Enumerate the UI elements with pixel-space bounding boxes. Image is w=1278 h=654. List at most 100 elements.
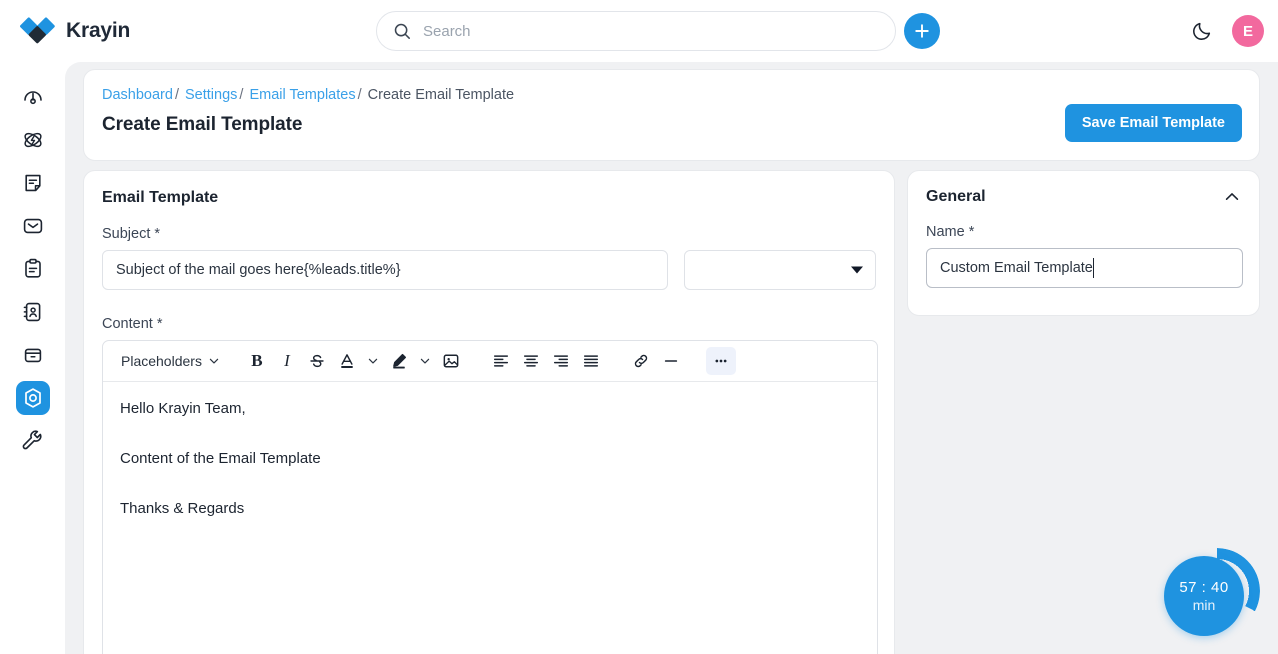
subject-label-text: Subject — [102, 226, 151, 242]
placeholders-label: Placeholders — [121, 353, 202, 369]
align-center-icon — [523, 355, 538, 367]
more-options-button[interactable] — [705, 347, 736, 375]
moon-icon — [1193, 22, 1211, 40]
brand-logo-link[interactable]: Krayin — [20, 14, 130, 47]
atom-icon — [23, 132, 42, 148]
search-bar[interactable] — [376, 11, 896, 51]
subject-label: Subject * — [102, 226, 876, 242]
wrench-icon — [22, 430, 42, 450]
sidebar-item-configuration[interactable] — [16, 424, 50, 458]
search-icon — [394, 23, 410, 39]
sidebar-item-leads[interactable] — [16, 123, 50, 157]
krayin-diamond-logo-icon — [20, 17, 55, 44]
avatar-initial: E — [1242, 22, 1253, 40]
strikethrough-button[interactable] — [302, 347, 332, 375]
timer-time: 57 : 40 — [1179, 579, 1229, 596]
chevron-down-icon — [420, 358, 430, 364]
sidebar-item-dashboard[interactable] — [16, 80, 50, 114]
align-left-icon — [493, 355, 508, 367]
highlight-button[interactable] — [384, 347, 414, 375]
name-required-mark: * — [968, 224, 975, 240]
add-button[interactable] — [904, 13, 940, 49]
general-panel-title: General — [926, 188, 986, 205]
general-panel-header[interactable]: General — [926, 188, 1241, 206]
editor-paragraph: Content of the Email Template — [120, 449, 321, 467]
settings-hexagon-icon — [24, 388, 41, 408]
italic-button[interactable]: I — [272, 347, 302, 375]
session-timer-widget[interactable]: 57 : 40 min — [1164, 548, 1260, 644]
theme-toggle-button[interactable] — [1190, 19, 1214, 43]
subject-row — [102, 250, 876, 290]
address-book-icon — [23, 302, 40, 322]
sidebar — [0, 62, 65, 654]
align-justify-button[interactable] — [576, 347, 606, 375]
chevron-down-icon — [368, 358, 378, 364]
align-right-icon — [553, 355, 568, 367]
insert-image-icon — [443, 354, 459, 368]
email-template-card-title: Email Template — [102, 189, 219, 206]
sidebar-item-contacts[interactable] — [16, 295, 50, 329]
breadcrumb: Dashboard / Settings / Email Templates / Cr… — [102, 86, 1239, 104]
search-input[interactable] — [421, 21, 879, 41]
link-icon — [634, 354, 648, 368]
subject-input[interactable] — [102, 250, 669, 290]
subject-placeholder-select[interactable] — [684, 250, 876, 290]
page-header-card: Dashboard / Settings / Email Templates / Cr… — [83, 69, 1260, 161]
chevron-down-icon — [209, 358, 219, 364]
breadcrumb-item-dashboard[interactable]: Dashboard — [102, 87, 173, 103]
email-template-card: Email Template Subject * Content * Place… — [83, 170, 895, 654]
bold-button[interactable]: B — [242, 347, 272, 375]
name-label-text: Name — [926, 224, 965, 240]
breadcrumb-separator: / — [174, 87, 179, 103]
breadcrumb-item-settings[interactable]: Settings — [185, 87, 237, 103]
clipboard-icon — [24, 258, 41, 278]
align-justify-icon — [583, 355, 598, 367]
insert-image-button[interactable] — [436, 347, 466, 375]
text-cursor — [1093, 258, 1094, 278]
editor-paragraph: Thanks & Regards — [120, 499, 245, 517]
align-right-button[interactable] — [546, 347, 576, 375]
general-panel-card: General Name * — [907, 170, 1260, 316]
strikethrough-icon — [310, 354, 324, 368]
content-label: Content * — [102, 316, 876, 332]
editor-paragraph: Hello Krayin Team, — [120, 400, 246, 417]
highlight-pen-icon — [393, 353, 406, 369]
chevron-down-icon — [851, 266, 863, 274]
font-color-icon — [341, 354, 353, 369]
sidebar-item-settings[interactable] — [15, 381, 50, 415]
content-editor: Placeholders B I Hello Krayin Team, Cont… — [102, 340, 878, 654]
content-label-text: Content — [102, 316, 153, 332]
editor-content[interactable]: Hello Krayin Team, Content of the Email … — [103, 382, 877, 535]
horizontal-rule-icon — [664, 360, 678, 362]
sidebar-item-mail[interactable] — [16, 209, 50, 243]
plus-icon — [915, 24, 929, 38]
align-left-button[interactable] — [486, 347, 516, 375]
sidebar-item-quotes[interactable] — [16, 166, 50, 200]
avatar[interactable]: E — [1232, 15, 1264, 47]
placeholders-dropdown[interactable]: Placeholders — [113, 348, 228, 374]
page-shell: Dashboard / Settings / Email Templates / Cr… — [65, 62, 1278, 654]
chevron-up-icon[interactable] — [1223, 188, 1241, 206]
save-email-template-button[interactable]: Save Email Template — [1064, 104, 1242, 142]
breadcrumb-item-current: Create Email Template — [367, 87, 515, 103]
name-input[interactable] — [926, 248, 1243, 288]
highlight-dropdown-button[interactable] — [414, 347, 436, 375]
timer-unit: min — [1192, 597, 1216, 613]
box-icon — [24, 348, 41, 363]
top-bar: Krayin E — [0, 0, 1278, 62]
horizontal-rule-button[interactable] — [656, 347, 686, 375]
name-label: Name * — [926, 224, 1241, 240]
insert-link-button[interactable] — [626, 347, 656, 375]
document-icon — [24, 174, 41, 192]
timer-circle[interactable]: 57 : 40 min — [1164, 556, 1244, 636]
breadcrumb-separator: / — [239, 87, 244, 103]
breadcrumb-item-email-templates[interactable]: Email Templates — [249, 87, 355, 103]
name-field-wrapper — [926, 248, 1243, 288]
subject-required-mark: * — [154, 226, 161, 242]
speedometer-icon — [23, 91, 42, 105]
align-center-button[interactable] — [516, 347, 546, 375]
font-color-button[interactable] — [332, 347, 362, 375]
font-color-dropdown-button[interactable] — [362, 347, 384, 375]
sidebar-item-activities[interactable] — [16, 252, 50, 286]
sidebar-item-products[interactable] — [16, 338, 50, 372]
